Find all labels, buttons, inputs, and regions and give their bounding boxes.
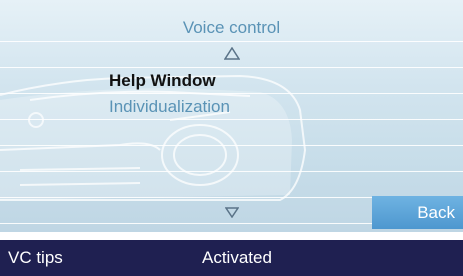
voice-control-screen: Voice control Help Window Individualizat… (0, 0, 463, 276)
bottom-bar: VC tips Activated (0, 240, 463, 276)
screen-title: Voice control (182, 18, 281, 37)
divider (0, 232, 463, 240)
menu-item-individualization[interactable]: Individualization (109, 97, 230, 117)
status-text: Activated (202, 248, 272, 267)
arrow-down-icon[interactable] (225, 207, 239, 218)
menu-item-help-window[interactable]: Help Window (109, 71, 216, 91)
menu-panel: Voice control Help Window Individualizat… (0, 0, 463, 232)
back-button[interactable]: Back (372, 196, 463, 229)
arrow-up-icon[interactable] (224, 47, 240, 60)
vc-tips-button[interactable]: VC tips (8, 248, 63, 268)
